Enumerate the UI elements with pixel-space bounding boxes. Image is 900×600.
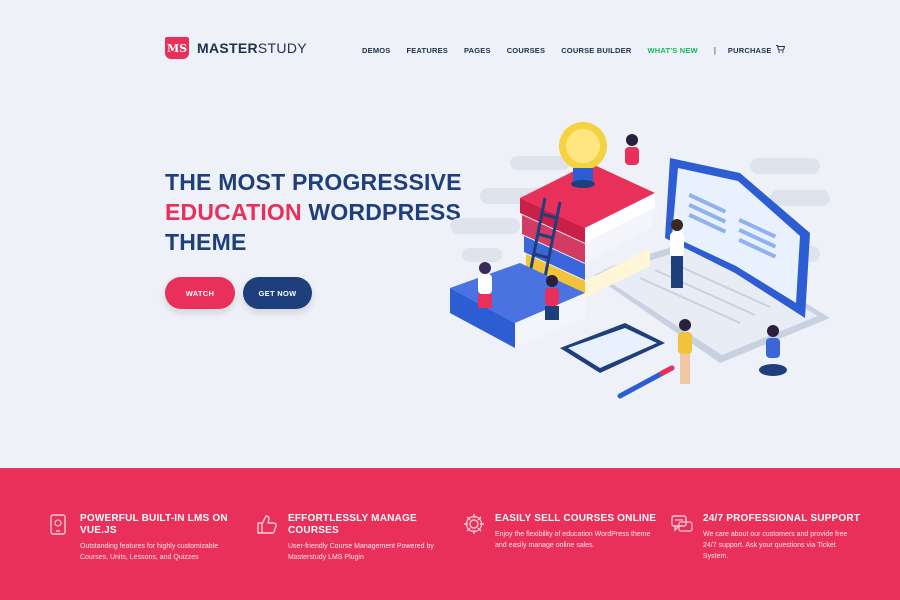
get-now-button[interactable]: GET NOW bbox=[243, 277, 312, 309]
nav-separator: | bbox=[713, 45, 716, 55]
feature-manage: EFFORTLESSLY MANAGE COURSES User-friendl… bbox=[256, 513, 446, 563]
feature-lms: POWERFUL BUILT-IN LMS ON VUE.JS Outstand… bbox=[48, 513, 238, 563]
site-logo[interactable]: MS MASTERSTUDY bbox=[165, 37, 307, 59]
hero-line-2-highlight: EDUCATION bbox=[165, 199, 302, 225]
nav-courses[interactable]: COURSES bbox=[507, 46, 546, 55]
nav-demos[interactable]: DEMOS bbox=[362, 46, 391, 55]
feature-support: 24/7 PROFESSIONAL SUPPORT We care about … bbox=[671, 513, 861, 562]
logo-bold: MASTER bbox=[197, 40, 258, 56]
feature-title: 24/7 PROFESSIONAL SUPPORT bbox=[703, 513, 861, 524]
tablet-icon bbox=[50, 514, 66, 535]
nav-pages[interactable]: PAGES bbox=[464, 46, 491, 55]
hero-illustration bbox=[450, 122, 830, 399]
logo-light: STUDY bbox=[257, 40, 307, 56]
logo-badge: MS bbox=[165, 37, 189, 59]
feature-title: POWERFUL BUILT-IN LMS ON VUE.JS bbox=[80, 513, 228, 536]
cart-icon[interactable] bbox=[775, 45, 785, 55]
nav-course-builder[interactable]: COURSE BUILDER bbox=[561, 46, 631, 55]
feature-title: EFFORTLESSLY MANAGE COURSES bbox=[288, 513, 417, 536]
hero-line-1: THE MOST PROGRESSIVE bbox=[165, 169, 462, 195]
chat-icon bbox=[671, 515, 693, 532]
nav-whats-new[interactable]: WHAT'S NEW bbox=[648, 46, 698, 55]
feature-desc: User-friendly Course Management Powered … bbox=[288, 543, 434, 561]
nav-purchase[interactable]: PURCHASE bbox=[728, 46, 772, 55]
hero-line-2-rest: WORDPRESS bbox=[301, 199, 462, 225]
feature-desc: Enjoy the flexibility of education WordP… bbox=[495, 531, 651, 549]
feature-title: EASILY SELL COURSES ONLINE bbox=[495, 513, 657, 524]
thumbs-up-icon bbox=[257, 515, 277, 534]
hero-line-3: THEME bbox=[165, 229, 247, 255]
logo-text: MASTERSTUDY bbox=[197, 40, 307, 56]
feature-desc: We care about our customers and provide … bbox=[703, 531, 848, 560]
watch-button[interactable]: WATCH bbox=[165, 277, 235, 309]
main-nav: DEMOS FEATURES PAGES COURSES COURSE BUIL… bbox=[362, 44, 785, 56]
feature-sell: EASILY SELL COURSES ONLINE Enjoy the fle… bbox=[463, 513, 663, 551]
nav-features[interactable]: FEATURES bbox=[407, 46, 448, 55]
hero-title: THE MOST PROGRESSIVE EDUCATION WORDPRESS… bbox=[165, 167, 485, 257]
gear-icon bbox=[464, 514, 484, 534]
feature-desc: Outstanding features for highly customiz… bbox=[80, 543, 219, 561]
